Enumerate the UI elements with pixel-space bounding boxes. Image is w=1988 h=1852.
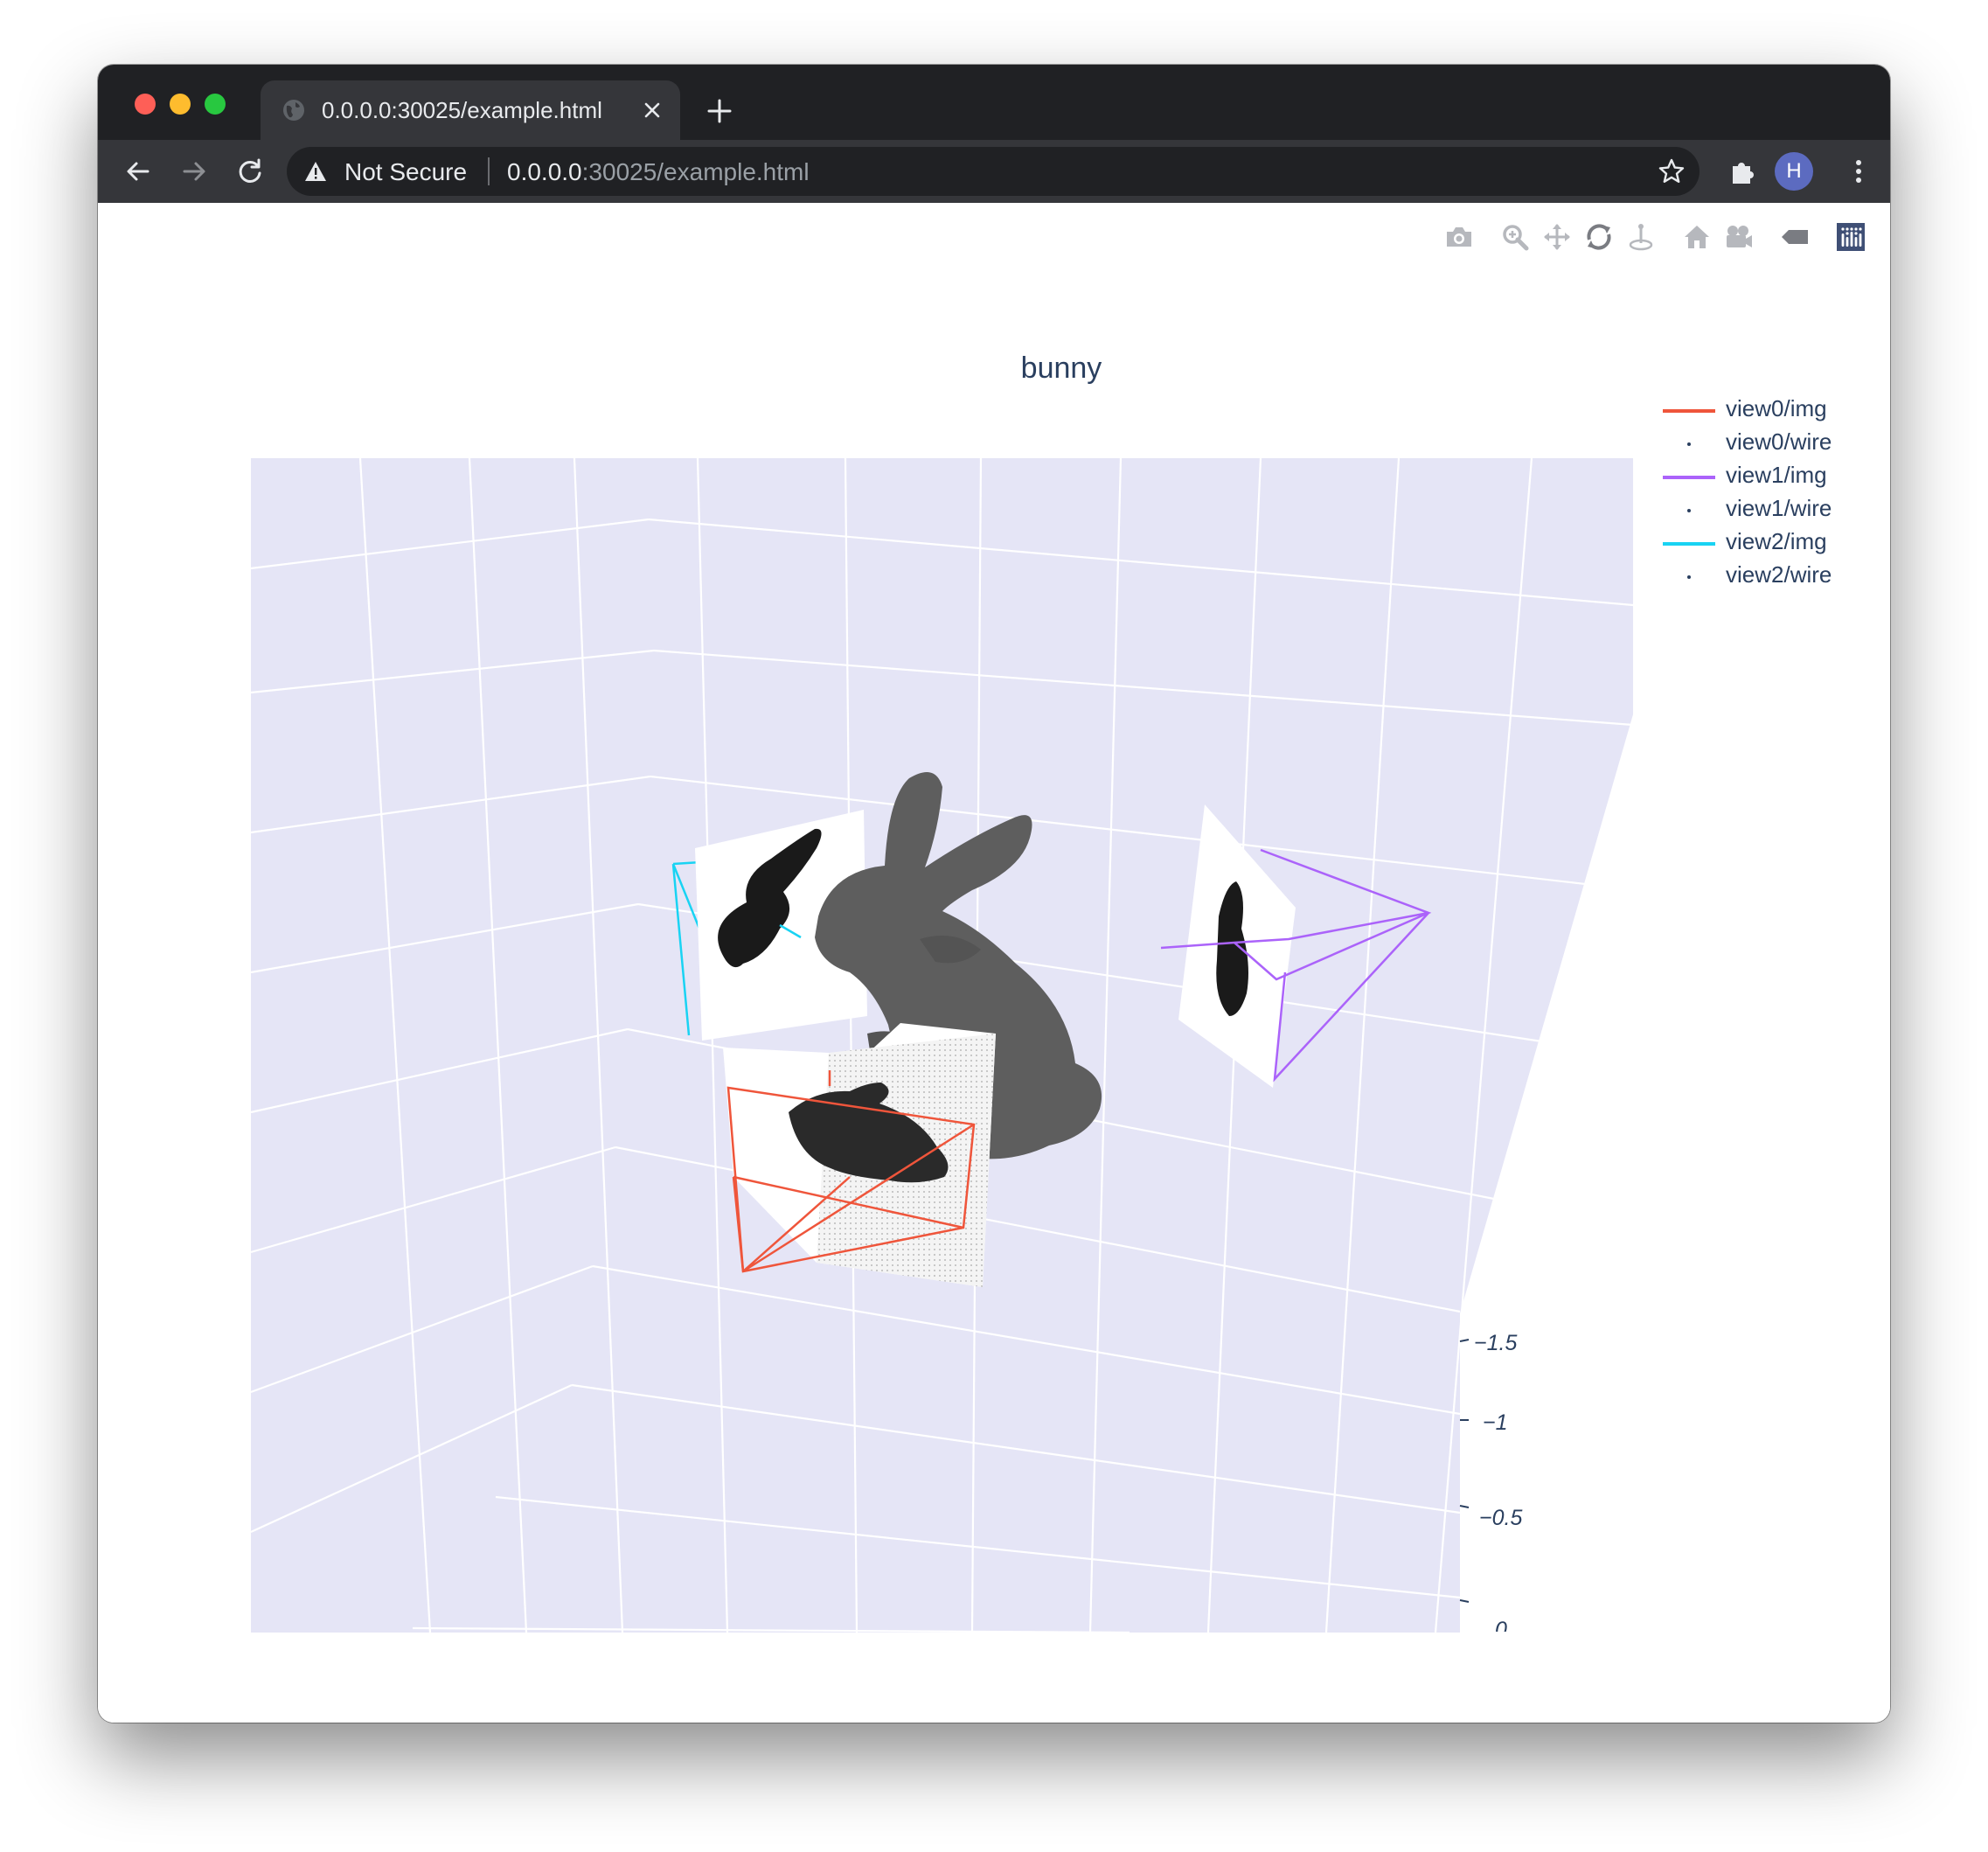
- legend-line-swatch: [1663, 409, 1715, 413]
- page-content: bunny −1.5 −1 −0.5 0 view0/img view0/wir…: [98, 203, 1890, 1723]
- scene-3d[interactable]: [98, 203, 1890, 1723]
- legend-line-swatch: [1663, 476, 1715, 479]
- globe-icon: [283, 100, 304, 121]
- puzzle-icon[interactable]: [1727, 156, 1759, 187]
- legend-dot-swatch: [1687, 575, 1691, 579]
- browser-window: 0.0.0.0:30025/example.html Not Secure 0.…: [98, 65, 1890, 1723]
- url-text[interactable]: 0.0.0.0:30025/example.html: [507, 158, 810, 186]
- tab-title: 0.0.0.0:30025/example.html: [322, 97, 602, 123]
- z-tick-label: −1.5: [1474, 1331, 1518, 1355]
- profile-avatar[interactable]: H: [1775, 152, 1813, 191]
- z-tick-label: −1: [1483, 1410, 1508, 1435]
- legend-dot-swatch: [1687, 509, 1691, 512]
- browser-tab[interactable]: 0.0.0.0:30025/example.html: [261, 80, 680, 140]
- legend-label: view0/img: [1726, 395, 1827, 421]
- maximize-window-button[interactable]: [205, 94, 226, 115]
- close-window-button[interactable]: [135, 94, 156, 115]
- omnibox-divider: [488, 157, 490, 185]
- legend-item-view2-img[interactable]: view2/img: [1663, 528, 1881, 558]
- legend-label: view1/wire: [1726, 495, 1832, 521]
- security-label[interactable]: Not Secure: [344, 158, 467, 186]
- legend-label: view0/wire: [1726, 428, 1832, 455]
- warning-icon[interactable]: [304, 160, 327, 183]
- star-icon[interactable]: [1658, 157, 1686, 185]
- legend-label: view1/img: [1726, 462, 1827, 488]
- legend-item-view0-wire[interactable]: view0/wire: [1663, 428, 1881, 458]
- legend-item-view2-wire[interactable]: view2/wire: [1663, 561, 1881, 591]
- forward-arrow-icon[interactable]: [178, 156, 210, 187]
- back-arrow-icon[interactable]: [122, 156, 154, 187]
- z-axis-ticks: [1459, 1339, 1470, 1603]
- browser-toolbar: Not Secure 0.0.0.0:30025/example.html H: [98, 140, 1890, 203]
- z-tick-label: 0: [1495, 1618, 1507, 1632]
- close-icon[interactable]: [640, 98, 664, 122]
- legend-item-view1-wire[interactable]: view1/wire: [1663, 495, 1881, 525]
- z-tick-label: −0.5: [1479, 1506, 1523, 1530]
- reload-icon[interactable]: [234, 156, 266, 187]
- kebab-menu-icon[interactable]: [1843, 156, 1874, 187]
- title-bar: 0.0.0.0:30025/example.html: [98, 65, 1890, 140]
- url-path: :30025/example.html: [581, 158, 810, 185]
- legend-line-swatch: [1663, 542, 1715, 546]
- url-host: 0.0.0.0: [507, 158, 582, 185]
- legend-label: view2/wire: [1726, 561, 1832, 588]
- address-bar[interactable]: Not Secure 0.0.0.0:30025/example.html: [287, 147, 1700, 196]
- plus-icon[interactable]: [705, 96, 734, 126]
- minimize-window-button[interactable]: [170, 94, 191, 115]
- legend-dot-swatch: [1687, 442, 1691, 446]
- legend-label: view2/img: [1726, 528, 1827, 554]
- legend-item-view0-img[interactable]: view0/img: [1663, 395, 1881, 425]
- legend-item-view1-img[interactable]: view1/img: [1663, 462, 1881, 491]
